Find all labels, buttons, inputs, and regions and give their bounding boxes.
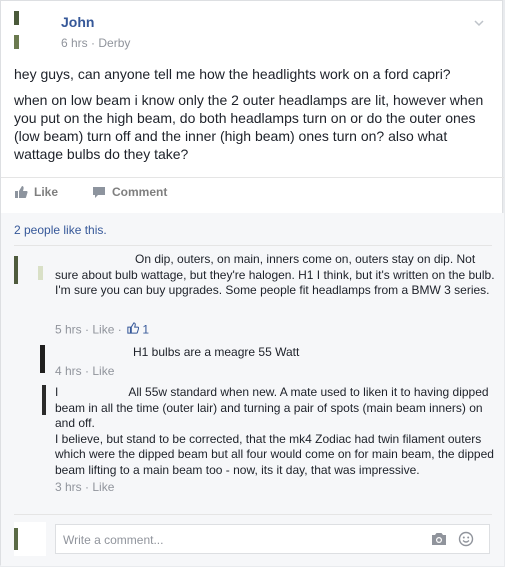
comment-time[interactable]: 5 hrs bbox=[55, 322, 82, 336]
divider bbox=[14, 514, 492, 515]
post-paragraph: when on low beam i know only the 2 outer… bbox=[14, 92, 484, 162]
comment-meta: 3 hrs · Like bbox=[55, 480, 115, 494]
like-label: Like bbox=[34, 185, 59, 199]
comment-text-first: All 55w standard when new. A mate used t… bbox=[55, 385, 489, 430]
author-name[interactable]: John bbox=[61, 14, 94, 30]
comment-like-link[interactable]: Like bbox=[92, 322, 114, 336]
chevron-down-icon[interactable] bbox=[474, 15, 484, 27]
comment-time[interactable]: 4 hrs bbox=[55, 364, 82, 378]
comment-like-count[interactable]: 1 bbox=[142, 322, 149, 336]
current-user-avatar bbox=[14, 522, 46, 556]
post-meta: 6 hrs · Derby bbox=[61, 36, 130, 50]
avatar[interactable] bbox=[14, 345, 46, 381]
avatar-fragment bbox=[14, 11, 19, 25]
comment-label: Comment bbox=[112, 185, 168, 199]
comment-body: I All 55w standard when new. A mate used … bbox=[55, 385, 495, 496]
post-location[interactable]: Derby bbox=[98, 36, 130, 50]
author-avatar[interactable] bbox=[14, 11, 46, 51]
meta-separator: · bbox=[91, 36, 96, 50]
divider bbox=[1, 177, 504, 178]
speech-bubble-icon bbox=[92, 185, 106, 199]
comment-input-placeholder: Write a comment... bbox=[63, 533, 164, 547]
thumbs-up-icon bbox=[14, 185, 28, 199]
avatar[interactable] bbox=[14, 385, 46, 421]
comment-text: I All 55w standard when new. A mate used … bbox=[55, 385, 495, 432]
post-time[interactable]: 6 hrs bbox=[61, 36, 88, 50]
comment-text: H1 bulbs are a meagre 55 Watt bbox=[133, 345, 300, 359]
divider bbox=[14, 245, 492, 246]
smile-icon[interactable] bbox=[458, 531, 474, 552]
commenter-name-fragment[interactable]: I bbox=[55, 385, 58, 399]
likes-summary[interactable]: 2 people like this. bbox=[14, 223, 107, 237]
comment-text-second: I believe, but stand to be corrected, th… bbox=[55, 431, 494, 477]
post-paragraph: hey guys, can anyone tell me how the hea… bbox=[14, 66, 451, 82]
comment-input[interactable]: Write a comment... bbox=[55, 524, 490, 554]
comment-meta: 5 hrs · Like · 1 bbox=[55, 322, 149, 339]
comment-meta: 4 hrs · Like bbox=[55, 364, 115, 378]
comment-like-link[interactable]: Like bbox=[92, 480, 114, 494]
comment-button[interactable]: Comment bbox=[92, 185, 167, 199]
thumbs-up-icon bbox=[127, 322, 140, 339]
comment-like-link[interactable]: Like bbox=[92, 364, 114, 378]
avatar[interactable] bbox=[14, 252, 46, 288]
avatar-fragment bbox=[14, 35, 19, 49]
like-button[interactable]: Like bbox=[14, 185, 58, 199]
comment-time[interactable]: 3 hrs bbox=[55, 480, 82, 494]
comment-text: On dip, outers, on main, inners come on,… bbox=[55, 252, 495, 297]
camera-icon[interactable] bbox=[431, 532, 447, 551]
post-body: hey guys, can anyone tell me how the hea… bbox=[14, 65, 494, 171]
post-card: John 6 hrs · Derby hey guys, can anyone … bbox=[0, 0, 504, 566]
